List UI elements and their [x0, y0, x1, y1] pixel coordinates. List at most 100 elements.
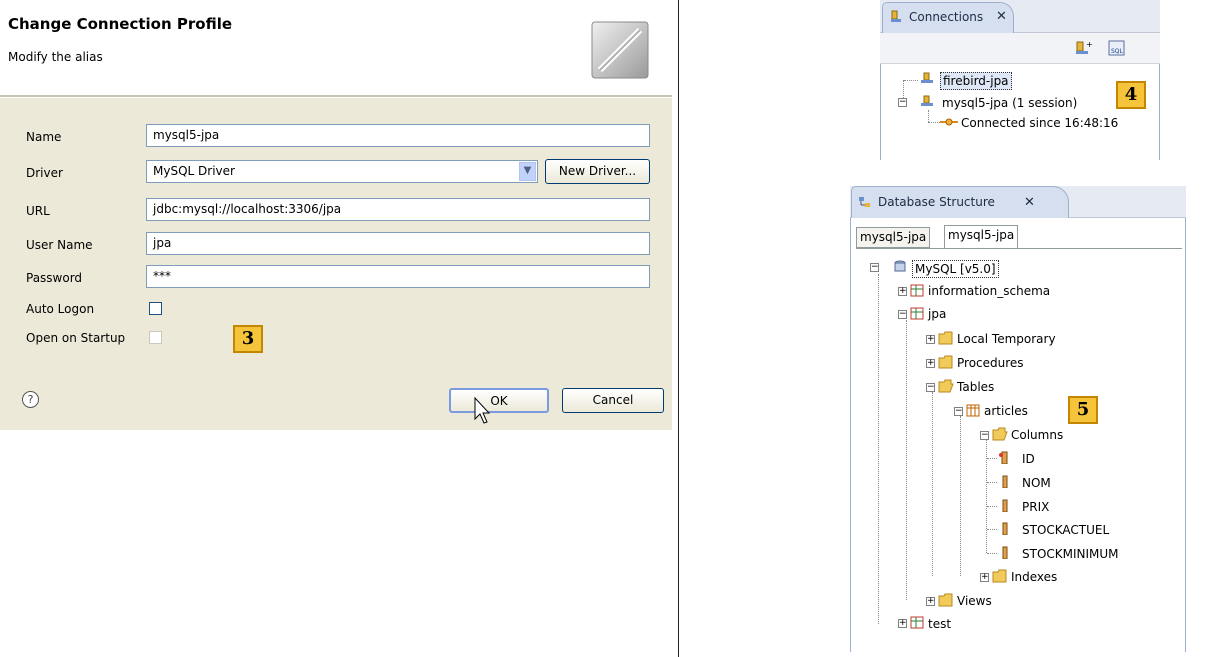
- folder-open-icon: [938, 379, 954, 393]
- column-icon: [1002, 499, 1008, 512]
- tree-guide: [987, 458, 997, 459]
- close-icon[interactable]: ✕: [1024, 187, 1035, 218]
- new-driver-button[interactable]: New Driver...: [545, 159, 650, 184]
- tree-item-views[interactable]: Views: [957, 593, 992, 609]
- database-structure-icon: [859, 197, 870, 207]
- tab-database-structure[interactable]: Database Structure ✕: [851, 186, 1069, 218]
- dialog-subtitle: Modify the alias: [8, 50, 103, 64]
- password-input[interactable]: ***: [146, 265, 650, 288]
- tree-item-procedures[interactable]: Procedures: [957, 355, 1024, 371]
- step-badge: 4: [1116, 81, 1146, 109]
- connections-view: Connections ✕ + SQL firebird-jpa − mysql…: [880, 0, 1160, 160]
- folder-icon: [938, 593, 953, 607]
- schema-icon: [910, 616, 924, 629]
- open-on-startup-label: Open on Startup: [26, 331, 126, 345]
- tree-item-jpa[interactable]: jpa: [928, 306, 946, 322]
- connection-icon: [921, 72, 933, 83]
- change-connection-dialog: Change Connection Profile Modify the ali…: [0, 0, 672, 430]
- subtab-mysql5-jpa-2[interactable]: mysql5-jpa: [944, 225, 1019, 248]
- tree-item-mysql5[interactable]: mysql5-jpa (1 session): [942, 95, 1077, 111]
- expand-icon[interactable]: +: [980, 573, 989, 582]
- collapse-icon[interactable]: −: [954, 407, 963, 416]
- tab-database-structure-label: Database Structure: [878, 195, 995, 209]
- open-on-startup-checkbox[interactable]: [149, 331, 162, 344]
- expand-icon[interactable]: +: [926, 359, 935, 368]
- svg-text:+: +: [1086, 40, 1093, 49]
- tree-guide: [928, 122, 940, 123]
- tree-item-session[interactable]: Connected since 16:48:16: [961, 115, 1118, 131]
- step-badge: 3: [233, 325, 263, 353]
- tree-guide: [987, 482, 997, 483]
- close-icon[interactable]: ✕: [996, 3, 1007, 31]
- name-input[interactable]: mysql5-jpa: [146, 124, 650, 147]
- column-icon: [1002, 546, 1008, 559]
- tree-item-articles[interactable]: articles: [984, 403, 1028, 419]
- chevron-down-icon[interactable]: ▼: [519, 162, 536, 181]
- folder-icon: [938, 331, 953, 345]
- column-item-stockactuel[interactable]: STOCKACTUEL: [1022, 522, 1109, 538]
- url-input[interactable]: jdbc:mysql://localhost:3306/jpa: [146, 198, 650, 221]
- primary-key-column-icon: [999, 451, 1008, 464]
- folder-icon: [992, 569, 1007, 583]
- database-structure-view: Database Structure ✕ mysql5-jpa mysql5-j…: [850, 186, 1186, 652]
- column-item-nom[interactable]: NOM: [1022, 475, 1051, 491]
- expand-icon[interactable]: +: [926, 597, 935, 606]
- folder-icon: [938, 355, 953, 369]
- ok-button-label: OK: [490, 394, 508, 408]
- column-item-id[interactable]: ID: [1022, 451, 1035, 467]
- connection-icon: [921, 95, 933, 106]
- connections-toolbar: + SQL: [880, 33, 1160, 64]
- tree-guide: [986, 438, 987, 553]
- tab-connections[interactable]: Connections ✕: [882, 2, 1014, 33]
- divider-line: [678, 0, 679, 657]
- expand-icon[interactable]: +: [898, 287, 907, 296]
- collapse-icon[interactable]: −: [870, 263, 879, 272]
- subtab-mysql5-jpa-1[interactable]: mysql5-jpa: [856, 227, 931, 248]
- new-sql-editor-icon[interactable]: SQL: [1108, 39, 1126, 57]
- dialog-header: Change Connection Profile Modify the ali…: [0, 0, 672, 95]
- collapse-icon[interactable]: −: [980, 431, 989, 440]
- tree-item-tables[interactable]: Tables: [957, 379, 994, 395]
- dialog-body: [0, 98, 672, 430]
- expand-icon[interactable]: +: [898, 619, 907, 628]
- step-badge: 5: [1068, 396, 1098, 424]
- username-input[interactable]: jpa: [146, 232, 650, 255]
- database-icon: [894, 260, 906, 272]
- tree-guide: [987, 553, 997, 554]
- driver-select-value: MySQL Driver: [153, 164, 235, 178]
- username-label: User Name: [26, 238, 93, 252]
- column-item-stockminimum[interactable]: STOCKMINIMUM: [1022, 546, 1119, 562]
- column-item-prix[interactable]: PRIX: [1022, 499, 1049, 515]
- new-connection-icon[interactable]: +: [1075, 39, 1093, 57]
- column-icon: [1002, 475, 1008, 488]
- tree-guide: [960, 416, 961, 576]
- tree-guide: [906, 320, 907, 600]
- tree-guide: [928, 110, 929, 122]
- tree-item-columns[interactable]: Columns: [1011, 427, 1063, 443]
- collapse-icon[interactable]: −: [898, 98, 907, 107]
- ok-button[interactable]: OK: [449, 388, 549, 413]
- tree-item-mysql-root[interactable]: MySQL [v5.0]: [912, 260, 999, 278]
- tree-item-local-temporary[interactable]: Local Temporary: [957, 331, 1056, 347]
- collapse-icon[interactable]: −: [926, 383, 935, 392]
- tree-item-test[interactable]: test: [928, 616, 951, 632]
- wizard-banner-icon: [591, 21, 649, 79]
- tree-guide: [932, 392, 933, 576]
- schema-icon: [910, 307, 924, 320]
- driver-select[interactable]: MySQL Driver ▼: [146, 160, 538, 183]
- collapse-icon[interactable]: −: [898, 310, 907, 319]
- tree-item-information-schema[interactable]: information_schema: [928, 283, 1050, 299]
- svg-text:SQL: SQL: [1111, 48, 1124, 55]
- mouse-cursor-icon: [474, 397, 490, 424]
- tree-guide: [987, 529, 997, 530]
- tree-item-firebird[interactable]: firebird-jpa: [940, 72, 1012, 90]
- tree-item-indexes[interactable]: Indexes: [1011, 569, 1057, 585]
- tree-guide: [987, 506, 997, 507]
- auto-logon-checkbox[interactable]: [149, 302, 162, 315]
- schema-icon: [910, 284, 924, 297]
- expand-icon[interactable]: +: [926, 335, 935, 344]
- folder-open-icon: [992, 427, 1008, 441]
- cancel-button[interactable]: Cancel: [562, 388, 664, 413]
- subtab-border: [856, 248, 1182, 249]
- help-icon[interactable]: ?: [22, 391, 39, 408]
